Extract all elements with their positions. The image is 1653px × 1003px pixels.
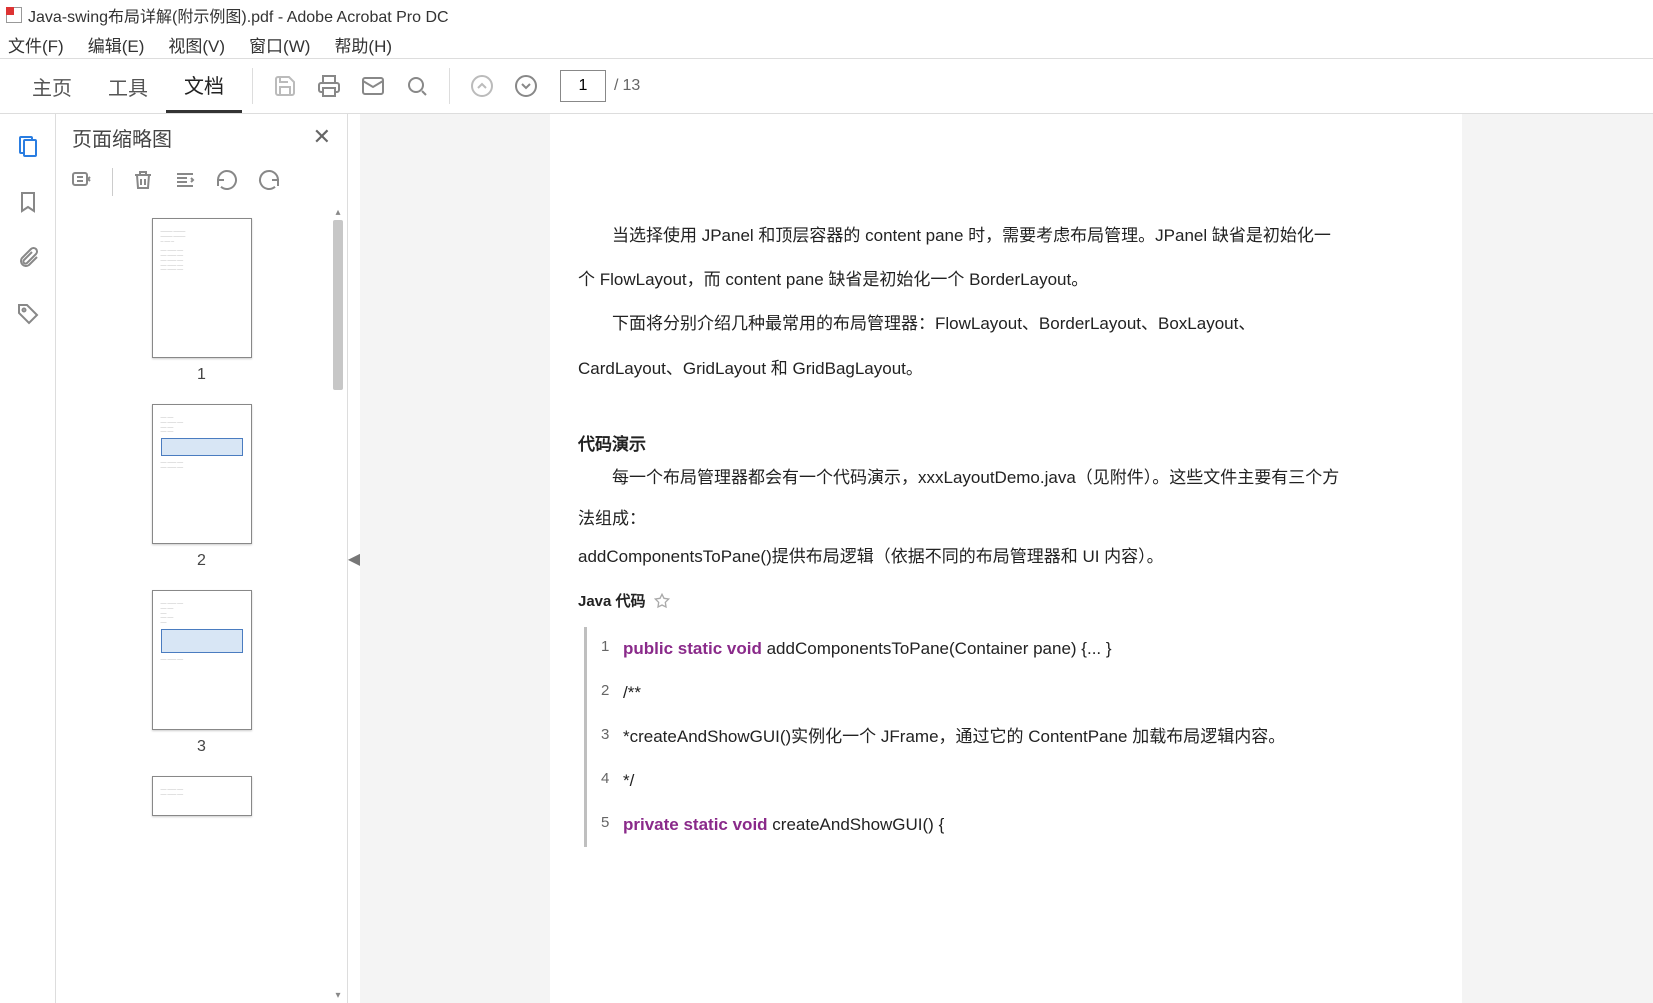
separator xyxy=(252,68,253,104)
collapse-panel-button[interactable]: ◀ xyxy=(348,114,360,1003)
menu-file[interactable]: 文件(F) xyxy=(8,32,64,57)
paragraph: addComponentsToPane()提供布局逻辑（依据不同的布局管理器和 … xyxy=(578,540,1342,574)
menu-help[interactable]: 帮助(H) xyxy=(334,32,392,57)
menu-view[interactable]: 视图(V) xyxy=(168,32,225,57)
thumbnail-panel-title: 页面缩略图 xyxy=(72,123,172,152)
attachment-icon[interactable] xyxy=(14,244,42,272)
email-button[interactable] xyxy=(351,64,395,108)
delete-icon[interactable] xyxy=(131,168,155,197)
save-button[interactable] xyxy=(263,64,307,108)
paragraph: 当选择使用 JPanel 和顶层容器的 content pane 时，需要考虑布… xyxy=(578,214,1342,302)
separator xyxy=(449,68,450,104)
paragraph: 每一个布局管理器都会有一个代码演示，xxxLayoutDemo.java（见附件… xyxy=(578,458,1342,540)
left-icon-rail xyxy=(0,114,56,1003)
tab-document[interactable]: 文档 xyxy=(166,59,242,113)
window-title: Java-swing布局详解(附示例图).pdf - Adobe Acrobat… xyxy=(28,3,449,27)
page-number-input[interactable] xyxy=(560,70,606,102)
doc-heading: 代码演示 xyxy=(578,431,1342,458)
title-bar: Java-swing布局详解(附示例图).pdf - Adobe Acrobat… xyxy=(0,0,1653,30)
search-button[interactable] xyxy=(395,64,439,108)
page-separator: / xyxy=(614,77,618,95)
tab-tools[interactable]: 工具 xyxy=(90,59,166,113)
thumbnails-icon[interactable] xyxy=(14,132,42,160)
thumb-options-button[interactable] xyxy=(70,168,94,197)
thumbnail-item[interactable]: —— ——— ———— —————— —————— ——— —— 3 xyxy=(56,576,347,762)
code-line: 2/** xyxy=(601,671,1342,715)
thumbnail-item[interactable]: —— ——— ———— ——— —— xyxy=(56,762,347,822)
thumbnail-number: 1 xyxy=(197,366,206,384)
rotate-icon[interactable] xyxy=(173,168,197,197)
page-up-button[interactable] xyxy=(460,64,504,108)
code-label: Java 代码 xyxy=(578,582,1342,621)
scroll-up-icon[interactable]: ▴ xyxy=(331,204,345,220)
code-line: 3*createAndShowGUI()实例化一个 JFrame，通过它的 Co… xyxy=(601,715,1342,759)
print-button[interactable] xyxy=(307,64,351,108)
document-page: 当选择使用 JPanel 和顶层容器的 content pane 时，需要考虑布… xyxy=(550,114,1462,1003)
thumbnail-panel-header: 页面缩略图 ✕ xyxy=(56,114,347,160)
tag-icon[interactable] xyxy=(14,300,42,328)
thumbnail-number: 3 xyxy=(197,738,206,756)
scrollbar-handle[interactable] xyxy=(333,220,343,390)
undo-icon[interactable] xyxy=(215,168,239,197)
code-line: 5private static void createAndShowGUI() … xyxy=(601,803,1342,847)
thumbnail-toolbar xyxy=(56,160,347,204)
thumbnail-number: 2 xyxy=(197,552,206,570)
separator xyxy=(112,168,113,196)
redo-icon[interactable] xyxy=(257,168,281,197)
toolbar: 主页 工具 文档 / 13 xyxy=(0,58,1653,114)
code-line: 1public static void addComponentsToPane(… xyxy=(601,627,1342,671)
menu-edit[interactable]: 编辑(E) xyxy=(88,32,145,57)
close-icon[interactable]: ✕ xyxy=(313,124,331,150)
thumbnail-item[interactable]: —— ———— ——— ———— ———— ———— ——— ———— ——— … xyxy=(56,390,347,576)
thumbnail-item[interactable]: ———— ———————— ————— —— ——— ——— ———— ——— … xyxy=(56,204,347,390)
page-total: 13 xyxy=(622,77,640,95)
code-line: 4*/ xyxy=(601,759,1342,803)
menu-bar: 文件(F) 编辑(E) 视图(V) 窗口(W) 帮助(H) xyxy=(0,30,1653,58)
document-view[interactable]: 当选择使用 JPanel 和顶层容器的 content pane 时，需要考虑布… xyxy=(360,114,1653,1003)
thumbnail-list: ———— ———————— ————— —— ——— ——— ———— ——— … xyxy=(56,204,347,1003)
tab-home[interactable]: 主页 xyxy=(14,59,90,113)
star-icon[interactable] xyxy=(654,593,670,609)
menu-window[interactable]: 窗口(W) xyxy=(249,32,310,57)
pdf-file-icon xyxy=(6,7,22,23)
code-block: 1public static void addComponentsToPane(… xyxy=(584,627,1342,848)
thumbnail-panel: 页面缩略图 ✕ ———— ———————— ————— —— ——— ——— —… xyxy=(56,114,348,1003)
paragraph: 下面将分别介绍几种最常用的布局管理器：FlowLayout、BorderLayo… xyxy=(578,302,1342,390)
bookmark-icon[interactable] xyxy=(14,188,42,216)
scroll-down-icon[interactable]: ▾ xyxy=(331,987,345,1003)
page-down-button[interactable] xyxy=(504,64,548,108)
main-area: 页面缩略图 ✕ ———— ———————— ————— —— ——— ——— —… xyxy=(0,114,1653,1003)
thumbnail-scrollbar[interactable]: ▴ ▾ xyxy=(331,204,345,1003)
